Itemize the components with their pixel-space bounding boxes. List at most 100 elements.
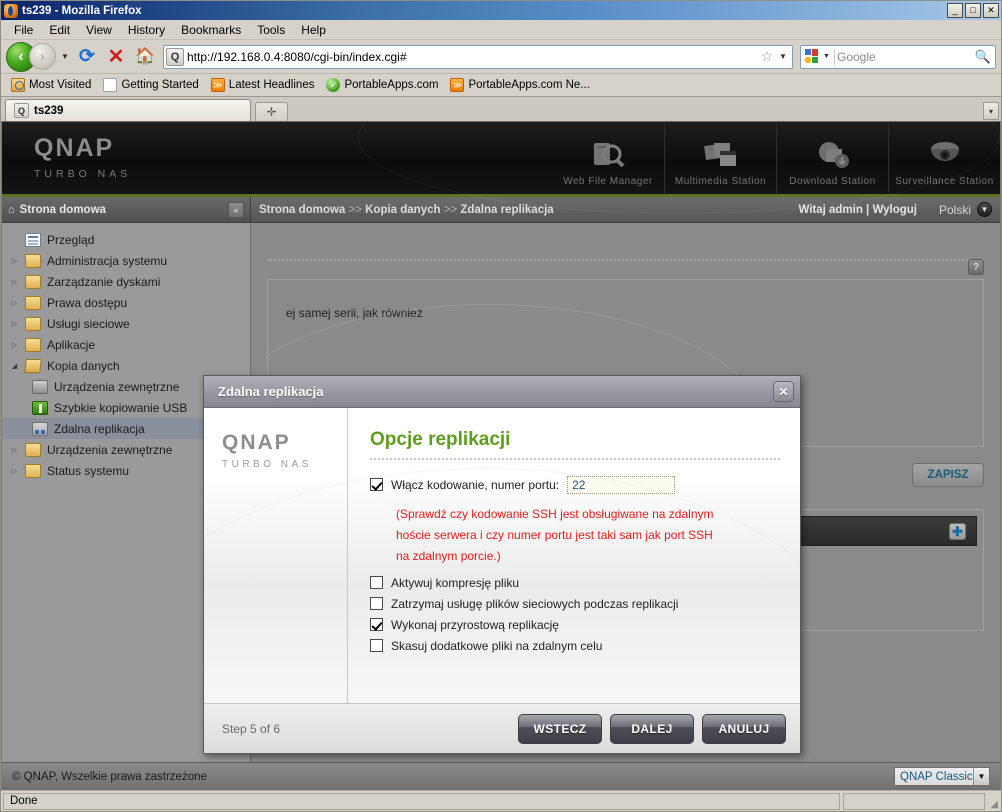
folder-icon: [25, 442, 41, 457]
search-magnifier-icon[interactable]: 🔍: [973, 49, 993, 65]
chevron-down-icon[interactable]: ▼: [977, 202, 992, 217]
sidebar-item-prawa-dostepu[interactable]: ▷ Prawa dostępu: [2, 292, 250, 313]
sidebar-item-aplikacje[interactable]: ▷ Aplikacje: [2, 334, 250, 355]
menu-tools[interactable]: Tools: [249, 21, 293, 39]
breadcrumb-sep: >>: [348, 203, 362, 216]
stop-icon[interactable]: ✕: [103, 44, 129, 70]
history-dropdown-icon[interactable]: ▼: [59, 52, 71, 61]
port-input[interactable]: 22: [567, 475, 676, 494]
menu-view[interactable]: View: [78, 21, 120, 39]
forward-button[interactable]: ›: [29, 43, 56, 70]
compression-checkbox[interactable]: [370, 576, 383, 589]
cancel-button[interactable]: ANULUJ: [702, 713, 786, 744]
minimize-button[interactable]: _: [947, 3, 963, 18]
skin-select[interactable]: QNAP Classic ▼: [894, 767, 990, 786]
url-dropdown-icon[interactable]: ▼: [776, 52, 790, 61]
search-bar[interactable]: ▼ Google 🔍: [800, 44, 996, 69]
sidebar-item-przeglad[interactable]: Przegląd: [2, 229, 250, 250]
breadcrumb-item-1[interactable]: Kopia danych: [365, 204, 440, 216]
bookmark-latest-headlines[interactable]: ≫ Latest Headlines: [206, 77, 320, 93]
bookmark-most-visited[interactable]: Most Visited: [6, 77, 96, 93]
search-input[interactable]: Google: [837, 50, 973, 64]
expand-arrow-icon[interactable]: ▷: [10, 257, 19, 265]
sidebar-item-administracja-systemu[interactable]: ▷ Administracja systemu: [2, 250, 250, 271]
tab-list-overflow-icon[interactable]: ▾: [983, 102, 999, 120]
expand-arrow-icon[interactable]: ▷: [10, 299, 19, 307]
expand-arrow-icon[interactable]: ▷: [10, 278, 19, 286]
url-bar[interactable]: Q http://192.168.0.4:8080/cgi-bin/index.…: [163, 44, 793, 69]
next-button[interactable]: DALEJ: [610, 713, 694, 744]
back-button[interactable]: WSTECZ: [518, 713, 602, 744]
nav-download-station[interactable]: Download Station: [776, 122, 888, 194]
menu-file[interactable]: File: [6, 21, 41, 39]
new-tab-button[interactable]: ✛: [255, 102, 288, 121]
bookmark-star-icon[interactable]: ☆: [758, 48, 776, 65]
maximize-button[interactable]: □: [965, 3, 981, 18]
collapse-arrow-icon[interactable]: ◢: [10, 362, 19, 370]
expand-arrow-icon[interactable]: ▷: [10, 467, 19, 475]
menu-bookmarks[interactable]: Bookmarks: [173, 21, 249, 39]
dialog-buttons: WSTECZ DALEJ ANULUJ: [518, 713, 786, 744]
nav-label: Download Station: [789, 176, 876, 187]
sidebar-collapse-button[interactable]: «: [228, 201, 244, 218]
qnap-app-nav: Web File Manager Multimedia Station Down…: [552, 122, 1000, 194]
resize-grip-icon[interactable]: ◢: [985, 793, 999, 810]
sidebar-item-label: Zarządzanie dyskami: [47, 274, 161, 289]
language-selector[interactable]: Polski ▼: [939, 202, 992, 217]
breadcrumb-item-2[interactable]: Zdalna replikacja: [460, 204, 553, 216]
sidebar-header: ⌂ Strona domowa «: [2, 197, 251, 222]
menu-bar: File Edit View History Bookmarks Tools H…: [1, 20, 1001, 40]
qnap-logo-sub: TURBO NAS: [34, 168, 132, 180]
nav-multimedia-station[interactable]: Multimedia Station: [664, 122, 776, 194]
tab-favicon-icon: Q: [14, 103, 29, 118]
google-logo-icon: [803, 48, 820, 65]
enable-encryption-checkbox[interactable]: [370, 478, 383, 491]
reload-icon[interactable]: ⟳: [74, 44, 100, 70]
delete-extra-files-checkbox[interactable]: [370, 639, 383, 652]
bookmark-label: Latest Headlines: [228, 79, 315, 91]
page-icon: [103, 78, 118, 92]
home-icon[interactable]: 🏠: [132, 44, 158, 70]
menu-history[interactable]: History: [120, 21, 173, 39]
stop-network-service-checkbox[interactable]: [370, 597, 383, 610]
nav-web-file-manager[interactable]: Web File Manager: [552, 122, 664, 194]
nav-surveillance-station[interactable]: Surveillance Station: [888, 122, 1000, 194]
browser-status-bar: Done ◢: [1, 790, 1001, 811]
expand-arrow-icon[interactable]: ▷: [10, 341, 19, 349]
close-icon[interactable]: ✕: [773, 381, 794, 402]
menu-edit[interactable]: Edit: [41, 21, 78, 39]
bookmark-portableapps[interactable]: ✓ PortableApps.com: [321, 77, 443, 93]
search-engine-dropdown-icon[interactable]: ▼: [821, 53, 832, 60]
close-button[interactable]: ✕: [983, 3, 999, 18]
option-label: Zatrzymaj usługę plików sieciowych podcz…: [391, 596, 679, 611]
add-job-button[interactable]: ✚: [949, 522, 966, 540]
folder-icon: [25, 337, 41, 352]
bookmark-label: PortableApps.com: [344, 79, 439, 91]
bookmark-portableapps-news[interactable]: ≫ PortableApps.com Ne...: [445, 77, 594, 93]
user-session-text[interactable]: Witaj admin | Wyloguj: [798, 204, 917, 216]
nav-label: Multimedia Station: [674, 176, 767, 187]
option-row-delete-extra-files: Skasuj dodatkowe pliki na zdalnym celu: [370, 636, 780, 655]
folder-icon: [25, 463, 41, 478]
tab-ts239[interactable]: Q ts239: [5, 99, 251, 121]
rss-icon: ≫: [210, 78, 225, 92]
expand-arrow-icon[interactable]: ▷: [10, 320, 19, 328]
save-button[interactable]: ZAPISZ: [912, 463, 984, 487]
menu-help[interactable]: Help: [293, 21, 334, 39]
expand-arrow-icon[interactable]: ▷: [10, 446, 19, 454]
enable-encryption-row: Włącz kodowanie, numer portu: 22: [370, 475, 780, 494]
sidebar-item-label: Kopia danych: [47, 358, 120, 373]
sidebar-item-uslugi-sieciowe[interactable]: ▷ Usługi sieciowe: [2, 313, 250, 334]
sidebar-item-label: Administracja systemu: [47, 253, 168, 268]
incremental-checkbox[interactable]: [370, 618, 383, 631]
option-row-compression: Aktywuj kompresję pliku: [370, 573, 780, 592]
sidebar-item-kopia-danych[interactable]: ◢ Kopia danych: [2, 355, 250, 376]
step-indicator: Step 5 of 6: [222, 721, 281, 736]
dialog-title: Zdalna replikacja: [218, 384, 324, 399]
sidebar-item-zarzadzanie-dyskami[interactable]: ▷ Zarządzanie dyskami: [2, 271, 250, 292]
bookmark-getting-started[interactable]: Getting Started: [98, 77, 203, 93]
url-text[interactable]: http://192.168.0.4:8080/cgi-bin/index.cg…: [187, 50, 758, 64]
chevron-down-icon[interactable]: ▼: [973, 768, 989, 785]
breadcrumb-item-0[interactable]: Strona domowa: [259, 204, 345, 216]
help-icon[interactable]: ?: [968, 259, 984, 275]
